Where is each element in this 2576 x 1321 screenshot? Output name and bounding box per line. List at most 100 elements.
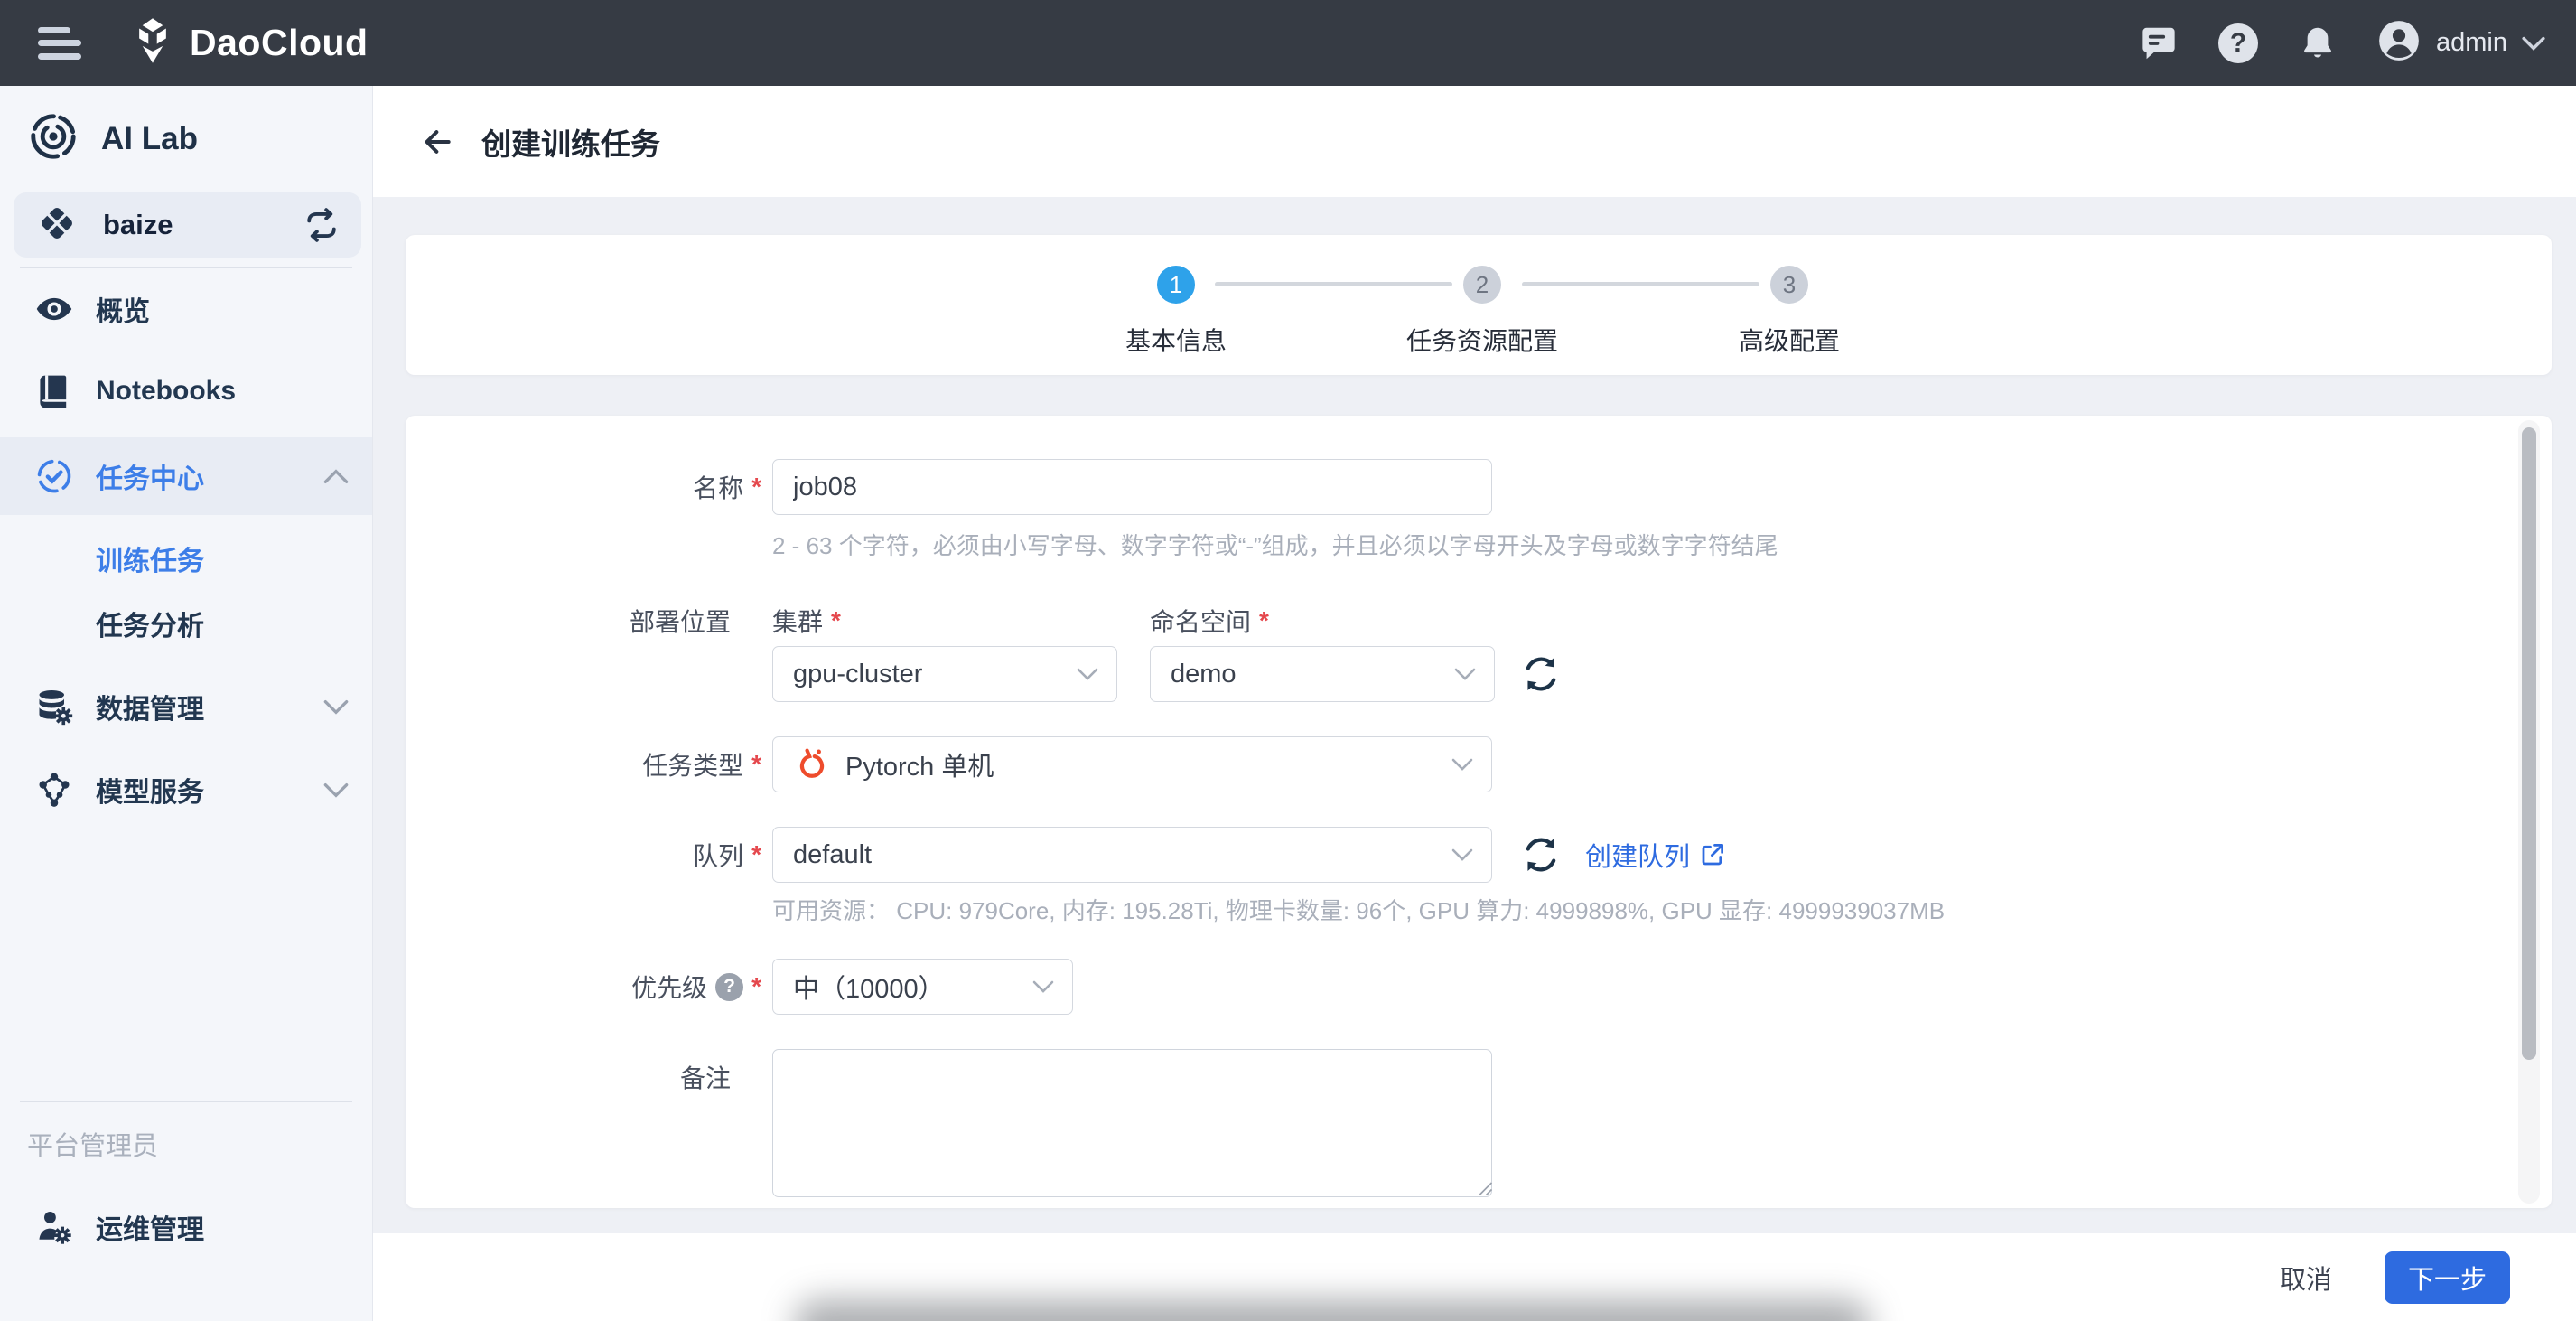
- step-label: 高级配置: [1654, 322, 1925, 358]
- step-number[interactable]: 1: [1157, 266, 1195, 304]
- refresh-queue-icon[interactable]: [1520, 834, 1562, 880]
- sidebar-item-label: 任务中心: [96, 456, 204, 496]
- divider: [20, 267, 352, 268]
- eye-icon: [34, 289, 74, 329]
- cluster-select[interactable]: gpu-cluster: [772, 646, 1117, 702]
- hamburger-menu-icon[interactable]: [38, 27, 83, 60]
- product-name: AI Lab: [101, 121, 198, 157]
- form-scrollbar-thumb[interactable]: [2522, 427, 2536, 1060]
- sidebar-item-label: 训练任务: [96, 539, 204, 578]
- product-header: AI Lab: [27, 110, 198, 167]
- sidebar: AI Lab baize: [0, 86, 373, 1321]
- sidebar-section-label: 平台管理员: [27, 1125, 158, 1163]
- topbar-actions: ? admin: [2138, 18, 2576, 68]
- sidebar-item-model-services[interactable]: 模型服务: [0, 751, 372, 829]
- external-link-icon: [1699, 841, 1726, 868]
- form-scrollbar-track: [2518, 420, 2540, 1204]
- sidebar-item-label: Notebooks: [96, 376, 236, 407]
- bottom-shadow: [795, 1299, 1870, 1321]
- sidebar-item-task-center[interactable]: 任务中心: [0, 437, 372, 515]
- namespace-label: 命名空间*: [1150, 593, 1269, 649]
- priority-select-value: 中（10000）: [793, 968, 945, 1006]
- basic-info-form: 名称* 2 - 63 个字符，必须由小写字母、数字字符或“-”组成，并且必须以字…: [406, 416, 2552, 1208]
- chevron-down-icon: [2522, 36, 2545, 51]
- workspace-name: baize: [103, 209, 173, 241]
- cancel-button[interactable]: 取消: [2280, 1259, 2332, 1297]
- cluster-label: 集群*: [772, 593, 841, 649]
- chevron-down-icon: [1454, 668, 1476, 681]
- sidebar-item-label: 概览: [96, 289, 150, 329]
- queue-label: 队列*: [406, 827, 761, 883]
- queue-select-value: default: [793, 840, 872, 870]
- name-field-label: 名称*: [406, 459, 761, 515]
- page-header: 创建训练任务: [373, 86, 2576, 197]
- sidebar-item-label: 运维管理: [96, 1207, 204, 1247]
- notebook-icon: [34, 371, 74, 411]
- help-icon[interactable]: ?: [2217, 23, 2259, 64]
- workspace-switch-icon[interactable]: [302, 205, 341, 245]
- notification-bell-icon[interactable]: [2297, 23, 2338, 64]
- user-menu[interactable]: admin: [2376, 18, 2545, 68]
- deploy-location-label: 部署位置: [406, 593, 761, 649]
- ops-admin-icon: [34, 1207, 74, 1247]
- app-window: DaoCloud ?: [0, 0, 2576, 1321]
- name-input[interactable]: [772, 459, 1492, 515]
- step-number[interactable]: 2: [1463, 266, 1501, 304]
- workspace-selector[interactable]: baize: [14, 192, 361, 258]
- namespace-select[interactable]: demo: [1150, 646, 1495, 702]
- job-type-label: 任务类型*: [406, 736, 761, 792]
- topbar: DaoCloud ?: [0, 0, 2576, 86]
- main-area: 创建训练任务 1 基本信息 2 任务资源配置 3 高级配置 名称*: [373, 86, 2576, 1321]
- chat-icon[interactable]: [2138, 23, 2179, 64]
- next-step-button[interactable]: 下一步: [2385, 1251, 2510, 1304]
- sidebar-item-overview[interactable]: 概览: [0, 270, 372, 348]
- database-icon: [34, 687, 74, 726]
- username: admin: [2436, 28, 2507, 58]
- back-arrow-icon[interactable]: [420, 124, 456, 160]
- divider: [20, 1101, 352, 1102]
- job-type-value: Pytorch 单机: [845, 745, 994, 783]
- required-mark: *: [751, 473, 761, 501]
- available-resources-hint: 可用资源： CPU: 979Core, 内存: 195.28Ti, 物理卡数量:…: [772, 893, 1945, 926]
- required-mark: *: [751, 840, 761, 869]
- queue-select[interactable]: default: [772, 827, 1492, 883]
- sidebar-item-ops-management[interactable]: 运维管理: [0, 1188, 372, 1266]
- chevron-down-icon: [1032, 980, 1054, 994]
- chevron-down-icon: [1077, 668, 1098, 681]
- refresh-namespace-icon[interactable]: [1520, 653, 1562, 699]
- namespace-select-value: demo: [1171, 660, 1237, 689]
- chevron-down-icon: [1451, 758, 1473, 772]
- ai-lab-icon: [27, 110, 79, 167]
- sidebar-item-label: 模型服务: [96, 770, 204, 810]
- job-type-select[interactable]: Pytorch 单机: [772, 736, 1492, 792]
- brand: DaoCloud: [128, 16, 369, 70]
- priority-label: 优先级 ? *: [406, 959, 761, 1015]
- sidebar-item-data-management[interactable]: 数据管理: [0, 668, 372, 745]
- page-title: 创建训练任务: [481, 120, 660, 164]
- brand-name: DaoCloud: [190, 22, 369, 64]
- step-basic-info: 1 基本信息: [1041, 266, 1311, 358]
- sidebar-item-notebooks[interactable]: Notebooks: [0, 352, 372, 430]
- step-advanced-config: 3 高级配置: [1654, 266, 1925, 358]
- priority-help-icon[interactable]: ?: [715, 973, 743, 1001]
- model-graph-icon: [34, 770, 74, 810]
- chevron-up-icon: [323, 469, 349, 484]
- daocloud-logo-icon: [128, 16, 177, 70]
- avatar: [2376, 18, 2422, 68]
- step-number[interactable]: 3: [1770, 266, 1808, 304]
- required-mark: *: [1259, 606, 1269, 635]
- chevron-down-icon: [323, 782, 349, 798]
- required-mark: *: [751, 972, 761, 1001]
- chevron-down-icon: [1451, 848, 1473, 862]
- step-resource-config: 2 任务资源配置: [1347, 266, 1618, 358]
- sidebar-item-job-analysis[interactable]: 任务分析: [0, 585, 372, 662]
- stepper: 1 基本信息 2 任务资源配置 3 高级配置: [406, 235, 2552, 375]
- priority-select[interactable]: 中（10000）: [772, 959, 1073, 1015]
- chevron-down-icon: [323, 699, 349, 715]
- name-hint: 2 - 63 个字符，必须由小写字母、数字字符或“-”组成，并且必须以字母开头及…: [772, 528, 1778, 561]
- workspace-icon: [36, 202, 78, 248]
- sidebar-item-label: 任务分析: [96, 604, 204, 643]
- create-queue-link[interactable]: 创建队列: [1585, 834, 1726, 876]
- remark-textarea[interactable]: [772, 1049, 1492, 1197]
- required-mark: *: [751, 750, 761, 779]
